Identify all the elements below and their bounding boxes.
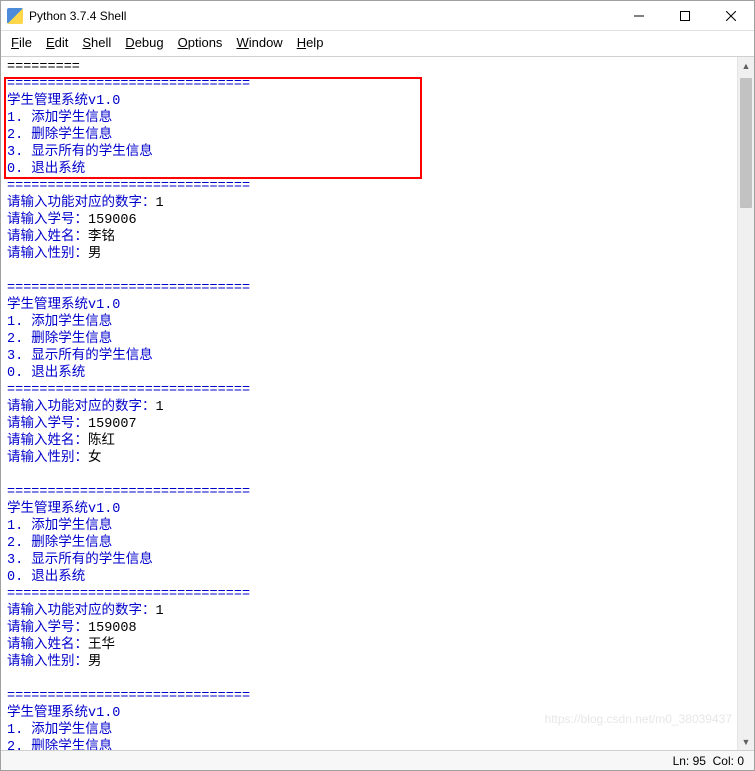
close-button[interactable] — [708, 1, 754, 31]
window-title: Python 3.7.4 Shell — [29, 9, 616, 23]
menu-file[interactable]: File — [11, 35, 32, 50]
scroll-up-icon[interactable]: ▲ — [738, 57, 754, 74]
window-controls — [616, 1, 754, 31]
scroll-track[interactable] — [738, 74, 754, 733]
title-bar: Python 3.7.4 Shell — [1, 1, 754, 31]
menu-debug[interactable]: Debug — [125, 35, 163, 50]
minimize-button[interactable] — [616, 1, 662, 31]
status-line-value: 95 — [693, 754, 706, 768]
menu-bar: File Edit Shell Debug Options Window Hel… — [1, 31, 754, 57]
status-col-label: Col: — [713, 754, 734, 768]
maximize-button[interactable] — [662, 1, 708, 31]
shell-text[interactable]: ========= ==============================… — [1, 57, 736, 750]
status-line-label: Ln: — [673, 754, 690, 768]
scroll-down-icon[interactable]: ▼ — [738, 733, 754, 750]
status-col-value: 0 — [737, 754, 744, 768]
scroll-thumb[interactable] — [740, 78, 752, 208]
status-bar: Ln: 95 Col: 0 — [1, 750, 754, 770]
menu-options[interactable]: Options — [178, 35, 223, 50]
menu-help[interactable]: Help — [297, 35, 324, 50]
menu-shell[interactable]: Shell — [82, 35, 111, 50]
shell-area: ========= ==============================… — [1, 57, 754, 750]
menu-window[interactable]: Window — [236, 35, 282, 50]
menu-edit[interactable]: Edit — [46, 35, 68, 50]
python-icon — [7, 8, 23, 24]
vertical-scrollbar[interactable]: ▲ ▼ — [737, 57, 754, 750]
